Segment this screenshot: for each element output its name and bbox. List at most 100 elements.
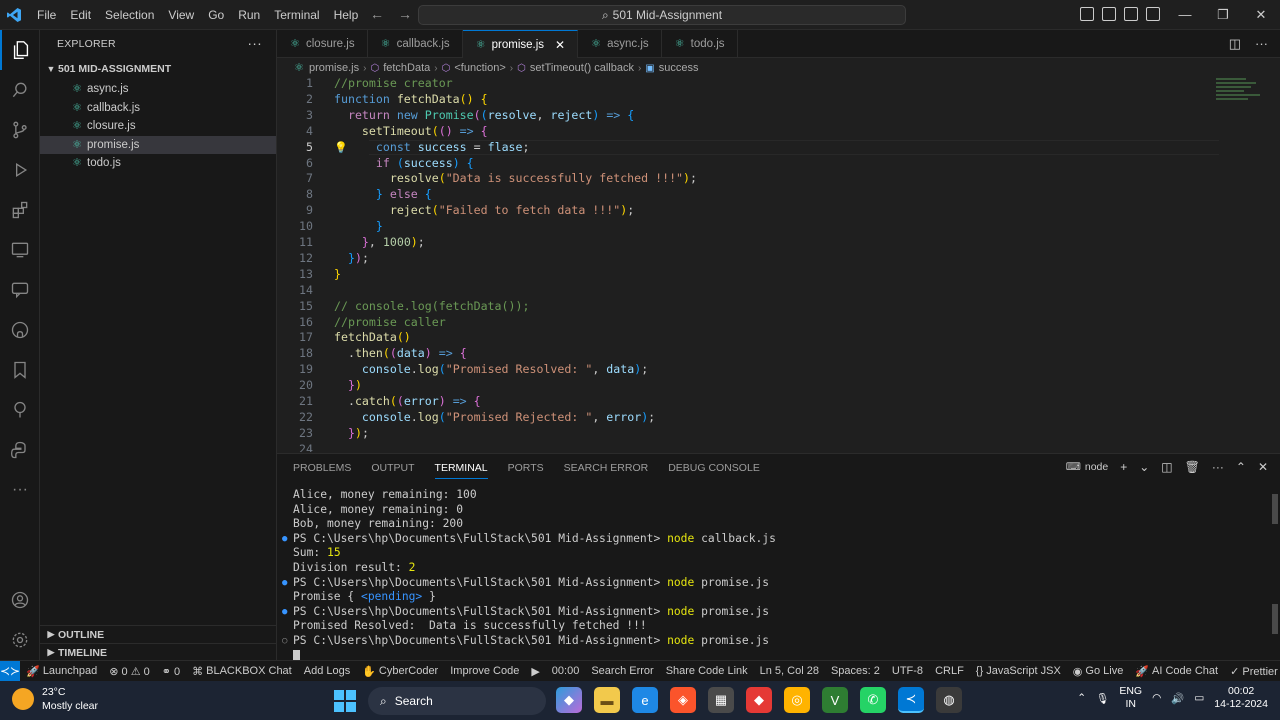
status-prettier[interactable]: ✓ Prettier — [1224, 665, 1280, 678]
status-add-logs[interactable]: Add Logs — [298, 665, 356, 677]
clock[interactable]: 00:02 14-12-2024 — [1214, 685, 1268, 711]
status-ai-code-chat[interactable]: 🚀 AI Code Chat — [1129, 665, 1224, 678]
microphone-icon[interactable]: 🎙 — [1096, 692, 1109, 705]
split-terminal-icon[interactable]: ◫ — [1161, 460, 1172, 474]
breadcrumb-callback[interactable]: setTimeout() callback — [530, 62, 634, 74]
minimize-icon[interactable]: — — [1166, 0, 1204, 30]
code-editor[interactable]: 1 //promise creator 2 function fetchData() … — [277, 76, 1280, 452]
maximize-icon[interactable]: ❐ — [1204, 0, 1242, 30]
status-share-code[interactable]: Share Code Link — [660, 665, 754, 677]
github-icon[interactable] — [0, 310, 40, 350]
tab-debug-console[interactable]: DEBUG CONSOLE — [668, 462, 760, 474]
timeline-section[interactable]: ▶ TIMELINE — [40, 643, 277, 661]
language-indicator[interactable]: ENG IN — [1119, 685, 1142, 711]
toggle-sidebar-icon[interactable] — [1102, 7, 1116, 21]
tab-search-error[interactable]: SEARCH ERROR — [564, 462, 649, 474]
whatsapp-icon[interactable]: ✆ — [860, 687, 886, 713]
tab-problems[interactable]: PROBLEMS — [293, 462, 351, 474]
file-item-closure[interactable]: ⚛ closure.js — [40, 117, 276, 136]
terminal-shell-selector[interactable]: ⌨ node — [1066, 461, 1109, 473]
more-icon[interactable]: ··· — [0, 470, 40, 510]
chrome-canary-icon[interactable]: ◎ — [784, 687, 810, 713]
wifi-icon[interactable]: ◠ — [1152, 692, 1161, 704]
run-debug-icon[interactable] — [0, 150, 40, 190]
file-item-promise[interactable]: ⚛ promise.js — [40, 135, 276, 154]
status-improve-code[interactable]: Improve Code — [444, 665, 525, 677]
status-launchpad[interactable]: 🚀 Launchpad — [20, 665, 103, 678]
terminal-output[interactable]: Alice, money remaining: 100 Alice, money… — [282, 488, 776, 663]
tab-callback[interactable]: ⚛ callback.js — [368, 30, 463, 58]
python-icon[interactable] — [0, 430, 40, 470]
status-blackbox[interactable]: ⌘ BLACKBOX Chat — [186, 665, 298, 678]
status-cybercoder[interactable]: ✋ CyberCoder — [356, 665, 444, 678]
menu-file[interactable]: File — [30, 0, 63, 30]
menu-run[interactable]: Run — [231, 0, 267, 30]
breadcrumb-function[interactable]: fetchData — [383, 62, 430, 74]
status-encoding[interactable]: UTF-8 — [886, 665, 929, 677]
file-item-async[interactable]: ⚛ async.js — [40, 80, 276, 99]
copilot-icon[interactable]: ◆ — [556, 687, 582, 713]
outline-section[interactable]: ▶ OUTLINE — [40, 625, 277, 643]
settings-gear-icon[interactable] — [0, 620, 40, 660]
chevron-up-icon[interactable]: ⌃ — [1077, 692, 1086, 704]
breadcrumb-variable[interactable]: success — [659, 62, 699, 74]
status-go-live[interactable]: ◉ Go Live — [1067, 665, 1130, 678]
close-tab-icon[interactable]: ✕ — [555, 38, 565, 52]
status-cursor-position[interactable]: Ln 5, Col 28 — [754, 665, 825, 677]
tab-async[interactable]: ⚛ async.js — [578, 30, 662, 58]
store-icon[interactable]: ▦ — [708, 687, 734, 713]
tab-output[interactable]: OUTPUT — [371, 462, 414, 474]
menu-help[interactable]: Help — [327, 0, 366, 30]
status-play-icon[interactable]: ▶ — [525, 665, 545, 678]
breadcrumb-file[interactable]: promise.js — [309, 62, 359, 74]
weather-widget[interactable]: 23°C Mostly clear — [12, 685, 98, 713]
tab-terminal[interactable]: TERMINAL — [434, 462, 488, 479]
toggle-secondary-sidebar-icon[interactable] — [1146, 7, 1160, 21]
maximize-panel-icon[interactable]: ⌃ — [1236, 460, 1246, 474]
back-arrow-icon[interactable]: ← — [370, 6, 384, 22]
minimap[interactable] — [1216, 76, 1266, 116]
close-panel-icon[interactable]: ✕ — [1258, 460, 1268, 474]
menu-view[interactable]: View — [161, 0, 201, 30]
extensions-icon[interactable] — [0, 190, 40, 230]
menu-selection[interactable]: Selection — [98, 0, 161, 30]
command-center-search[interactable]: ⌕ 501 Mid-Assignment — [418, 5, 906, 25]
toggle-panel-icon[interactable] — [1124, 7, 1138, 21]
edge-browser-icon[interactable]: e — [632, 687, 658, 713]
close-window-icon[interactable]: ✕ — [1242, 0, 1280, 30]
battery-icon[interactable]: ▭ — [1194, 692, 1204, 704]
file-item-callback[interactable]: ⚛ callback.js — [40, 99, 276, 118]
source-control-icon[interactable] — [0, 110, 40, 150]
new-terminal-icon[interactable]: + — [1120, 460, 1127, 474]
search-icon[interactable] — [0, 70, 40, 110]
bookmark-icon[interactable] — [0, 350, 40, 390]
more-actions-icon[interactable]: ··· — [1212, 460, 1224, 474]
tab-todo[interactable]: ⚛ todo.js — [662, 30, 738, 58]
github-desktop-icon[interactable]: ◍ — [936, 687, 962, 713]
explorer-icon[interactable] — [0, 30, 40, 70]
vim-icon[interactable]: V — [822, 687, 848, 713]
app-red-icon[interactable]: ◆ — [746, 687, 772, 713]
tab-ports[interactable]: PORTS — [508, 462, 544, 474]
remote-explorer-icon[interactable] — [0, 230, 40, 270]
terminal-scrollbar[interactable] — [1270, 494, 1280, 634]
status-timer[interactable]: 00:00 — [546, 665, 586, 677]
vscode-taskbar-icon[interactable]: ≺ — [898, 687, 924, 713]
trash-icon[interactable]: 🗑 — [1185, 460, 1200, 474]
customize-layout-icon[interactable] — [1080, 7, 1094, 21]
taskbar-search[interactable]: ⌕ Search — [368, 687, 546, 715]
windows-start-icon[interactable] — [334, 690, 356, 712]
brave-browser-icon[interactable]: ◈ — [670, 687, 696, 713]
tree-icon[interactable] — [0, 390, 40, 430]
remote-indicator-icon[interactable]: ≺≻ — [0, 660, 21, 682]
status-ports[interactable]: ⚭ 0 — [156, 665, 186, 678]
workspace-folder[interactable]: ▼ 501 MID-ASSIGNMENT — [40, 58, 276, 80]
account-icon[interactable] — [0, 580, 40, 620]
more-actions-icon[interactable]: ··· — [1255, 36, 1268, 52]
file-item-todo[interactable]: ⚛ todo.js — [40, 154, 276, 173]
volume-icon[interactable]: 🔊 — [1171, 692, 1184, 705]
status-language[interactable]: {} JavaScript JSX — [970, 665, 1067, 677]
menu-terminal[interactable]: Terminal — [267, 0, 326, 30]
status-eol[interactable]: CRLF — [929, 665, 970, 677]
split-editor-icon[interactable]: ◫ — [1229, 36, 1241, 52]
